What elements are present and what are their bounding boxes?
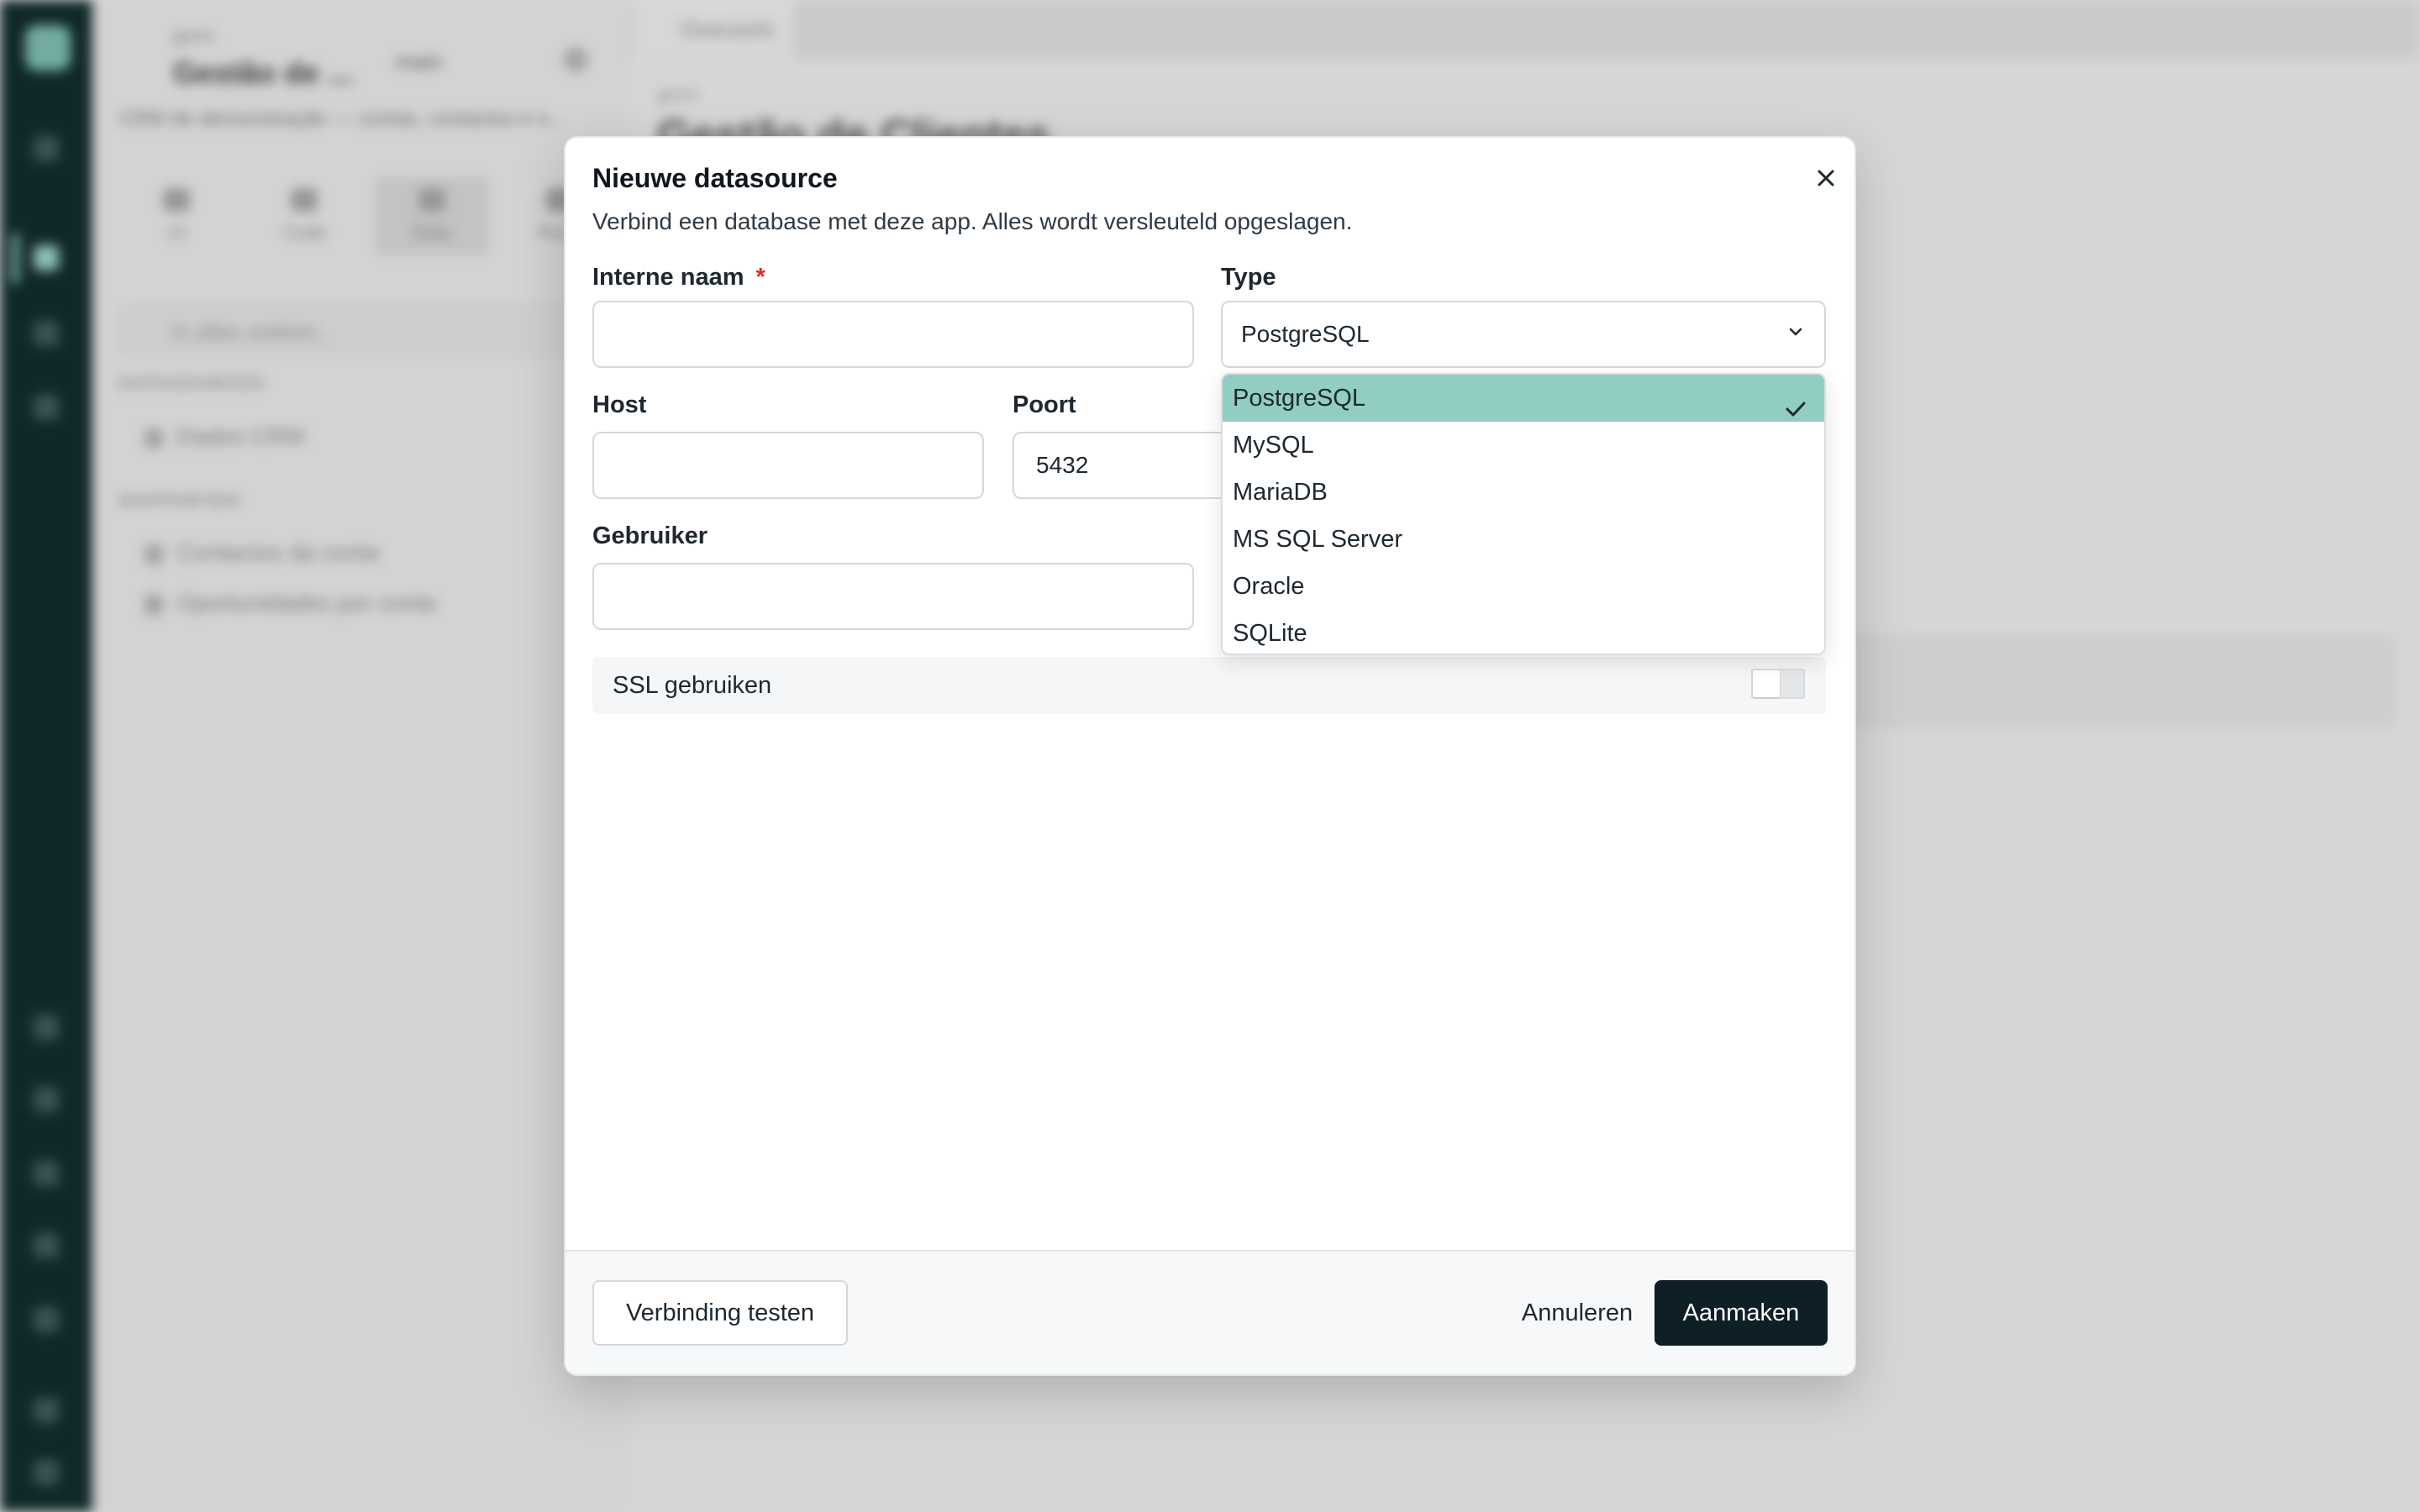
type-select[interactable]: PostgreSQL — [1221, 301, 1826, 368]
host-label: Host — [592, 391, 647, 418]
dialog-footer: Verbinding testen Annuleren Aanmaken — [566, 1250, 1854, 1374]
type-label: Type — [1221, 264, 1276, 291]
name-label: Interne naam * — [592, 264, 765, 291]
cancel-button[interactable]: Annuleren — [1476, 1280, 1678, 1346]
dialog-title: Nieuwe datasource — [592, 163, 838, 193]
toggle-knob — [1753, 670, 1780, 697]
option-sqlite[interactable]: SQLite — [1223, 610, 1824, 654]
user-input[interactable] — [592, 563, 1194, 630]
option-mariadb[interactable]: MariaDB — [1223, 469, 1824, 516]
chevron-down-icon — [1786, 321, 1806, 348]
ssl-toggle[interactable] — [1751, 669, 1805, 699]
user-label: Gebruiker — [592, 522, 708, 549]
check-icon — [1784, 388, 1807, 417]
required-mark: * — [755, 264, 765, 291]
create-button[interactable]: Aanmaken — [1655, 1280, 1828, 1346]
ssl-label: SSL gebruiken — [613, 672, 772, 699]
option-mssql[interactable]: MS SQL Server — [1223, 516, 1824, 563]
new-datasource-dialog: Nieuwe datasource Verbind een database m… — [564, 136, 1856, 1376]
close-icon[interactable] — [1809, 161, 1843, 195]
option-postgresql[interactable]: PostgreSQL — [1223, 375, 1824, 422]
option-mysql[interactable]: MySQL — [1223, 422, 1824, 469]
ssl-row: SSL gebruiken — [592, 657, 1826, 714]
name-input[interactable] — [592, 301, 1194, 368]
port-label: Poort — [1013, 391, 1076, 418]
option-oracle[interactable]: Oracle — [1223, 563, 1824, 610]
host-input[interactable] — [592, 432, 984, 499]
type-dropdown: PostgreSQL MySQL MariaDB MS SQL Server O… — [1221, 373, 1826, 655]
dialog-description: Verbind een database met deze app. Alles… — [592, 208, 1353, 234]
test-connection-button[interactable]: Verbinding testen — [592, 1280, 848, 1346]
type-selected-value: PostgreSQL — [1241, 321, 1370, 347]
